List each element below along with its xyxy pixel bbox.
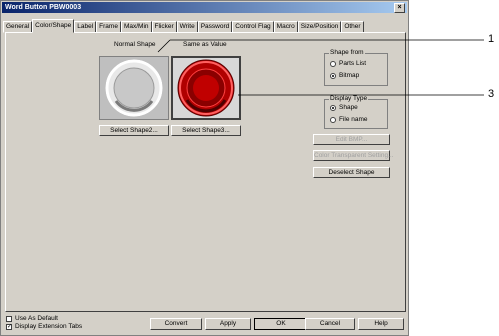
callout-1-leader	[157, 39, 171, 53]
callout-lines	[157, 39, 484, 96]
callout-1: 1	[488, 33, 495, 45]
tab-color-shape[interactable]: Color/Shape	[32, 19, 75, 33]
callout-3: 3	[488, 88, 495, 100]
